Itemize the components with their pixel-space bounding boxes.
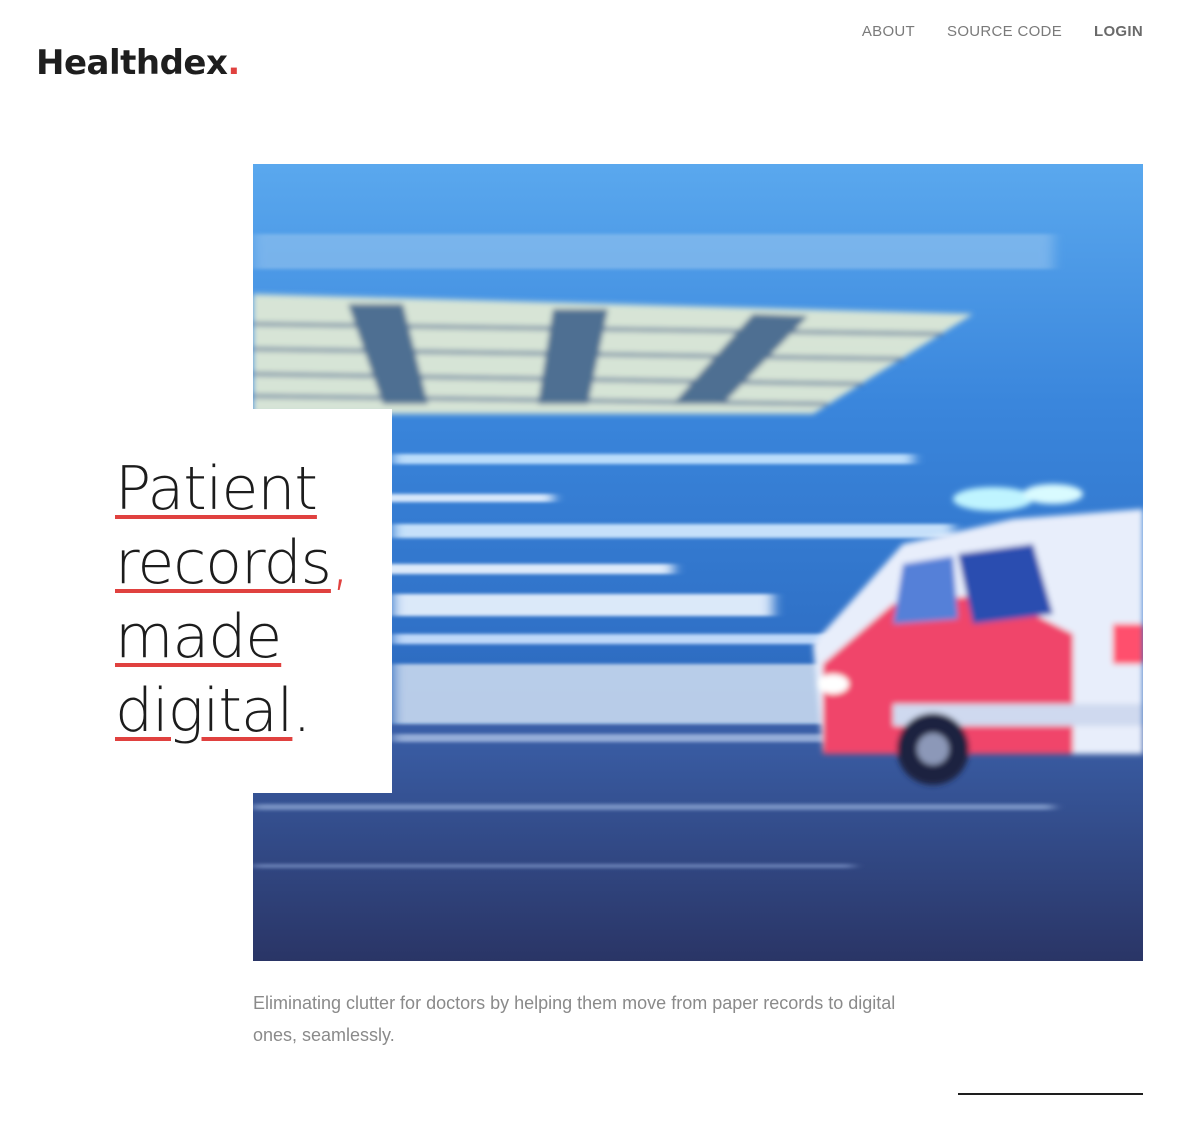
- headline-word-records: records: [115, 528, 332, 598]
- headline-word-made: made: [115, 602, 282, 672]
- headline-line-4: digital.: [115, 674, 349, 748]
- brand-logo[interactable]: Healthdex.: [36, 46, 240, 80]
- hero-headline: Patient records, made digital.: [115, 452, 350, 748]
- brand-name: Healthdex: [36, 43, 228, 83]
- headline-line-1: Patient: [115, 452, 349, 526]
- nav-login-link[interactable]: LOGIN: [1094, 24, 1143, 40]
- headline-comma: ,: [330, 528, 350, 598]
- nav-source-code-link[interactable]: SOURCE CODE: [947, 24, 1062, 40]
- top-nav: ABOUT SOURCE CODE LOGIN: [862, 24, 1143, 40]
- brand-dot: .: [227, 43, 240, 83]
- headline-word-digital: digital: [115, 676, 293, 746]
- hero-description: Eliminating clutter for doctors by helpi…: [253, 993, 896, 1045]
- headline-line-2: records,: [115, 526, 350, 600]
- divider-line: [958, 1093, 1143, 1095]
- page: Healthdex. ABOUT SOURCE CODE LOGIN Patie…: [0, 0, 1192, 1125]
- headline-period: .: [292, 676, 311, 746]
- headline-word-patient: Patient: [115, 454, 318, 524]
- headline-line-3: made: [115, 600, 349, 674]
- nav-about-link[interactable]: ABOUT: [862, 24, 915, 40]
